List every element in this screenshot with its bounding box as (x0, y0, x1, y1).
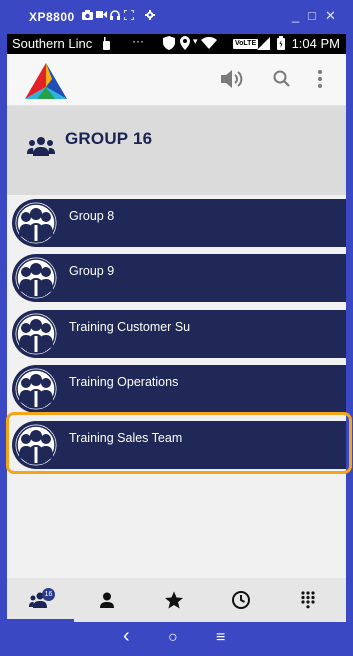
back-button[interactable]: ‹ (123, 626, 130, 646)
emulator-frame: XP8800 _ □ ✕ Southern Linc ··· ▾ VoLTE 1… (0, 0, 353, 656)
talkgroup-label: Group 8 (69, 209, 115, 223)
group-header: GROUP 16 (7, 106, 346, 195)
clock: 1:04 PM (291, 36, 340, 51)
bottom-tab-bar: 16 (7, 578, 346, 622)
volte-badge: VoLTE (233, 39, 259, 49)
headphones-icon[interactable] (110, 10, 120, 23)
battery-icon (277, 36, 285, 53)
navigation-bar: ‹ ○ ≡ (0, 622, 353, 656)
page-title: GROUP 16 (65, 129, 153, 148)
talkgroup-row-group-8[interactable]: Group 8 (12, 199, 346, 247)
app-logo (25, 63, 67, 99)
talkgroup-list: Group 8 Group 9 Training Customer Su Tra… (7, 195, 346, 579)
search-icon[interactable] (273, 70, 290, 92)
location-icon (180, 36, 190, 53)
app-bar (7, 54, 346, 106)
camera-icon[interactable] (82, 10, 93, 23)
carrier-label: Southern Linc (12, 36, 93, 51)
person-icon (100, 592, 114, 608)
talkgroup-label: Group 9 (69, 264, 115, 278)
talkgroup-label: Training Sales Team (69, 431, 183, 445)
talkgroup-avatar-icon (12, 254, 60, 302)
talkgroup-row-group-9[interactable]: Group 9 (12, 254, 346, 302)
menu-button[interactable]: ≡ (216, 629, 225, 647)
groups-count-badge: 16 (42, 588, 55, 601)
tab-groups[interactable]: 16 (7, 578, 74, 622)
dialpad-icon (301, 591, 315, 609)
minimize-button[interactable]: _ (292, 9, 299, 23)
phone-screen: Southern Linc ··· ▾ VoLTE 1:04 PM GROUP … (7, 34, 346, 622)
tab-history[interactable] (208, 578, 274, 622)
group-people-icon (27, 137, 55, 156)
walkie-talkie-icon (103, 37, 110, 53)
speaker-icon[interactable] (221, 69, 245, 94)
talkgroup-avatar-icon (12, 199, 60, 247)
settings-icon[interactable] (145, 10, 155, 23)
talkgroup-label: Training Customer Su (69, 320, 191, 334)
emulator-title-bar: XP8800 _ □ ✕ (0, 0, 353, 34)
wifi-icon (201, 36, 217, 52)
talkgroup-avatar-icon (12, 310, 60, 358)
talkgroup-row-training-operations[interactable]: Training Operations (12, 365, 346, 413)
maximize-button[interactable]: □ (308, 9, 316, 23)
signal-icon (257, 37, 270, 53)
tab-contacts[interactable] (74, 578, 140, 622)
overflow-menu-icon[interactable] (317, 69, 323, 94)
talkgroup-avatar-icon (12, 421, 60, 469)
home-button[interactable]: ○ (168, 629, 178, 647)
emulator-title: XP8800 (29, 10, 75, 24)
talkgroup-row-training-customer-su[interactable]: Training Customer Su (12, 310, 346, 358)
talkgroup-label: Training Operations (69, 375, 179, 389)
more-notifications-icon: ··· (132, 34, 144, 48)
video-icon[interactable] (96, 10, 107, 22)
data-arrows-icon: ▾ (193, 36, 198, 46)
shield-icon (163, 36, 175, 53)
star-icon (165, 591, 183, 609)
talkgroup-row-training-sales-team[interactable]: Training Sales Team (12, 421, 346, 469)
tab-dialpad[interactable] (275, 578, 341, 622)
status-bar: Southern Linc ··· ▾ VoLTE 1:04 PM (7, 34, 346, 54)
tab-favorites[interactable] (141, 578, 207, 622)
close-button[interactable]: ✕ (325, 9, 336, 23)
talkgroup-avatar-icon (12, 365, 60, 413)
fullscreen-icon[interactable] (123, 9, 135, 23)
clock-icon (232, 591, 250, 609)
